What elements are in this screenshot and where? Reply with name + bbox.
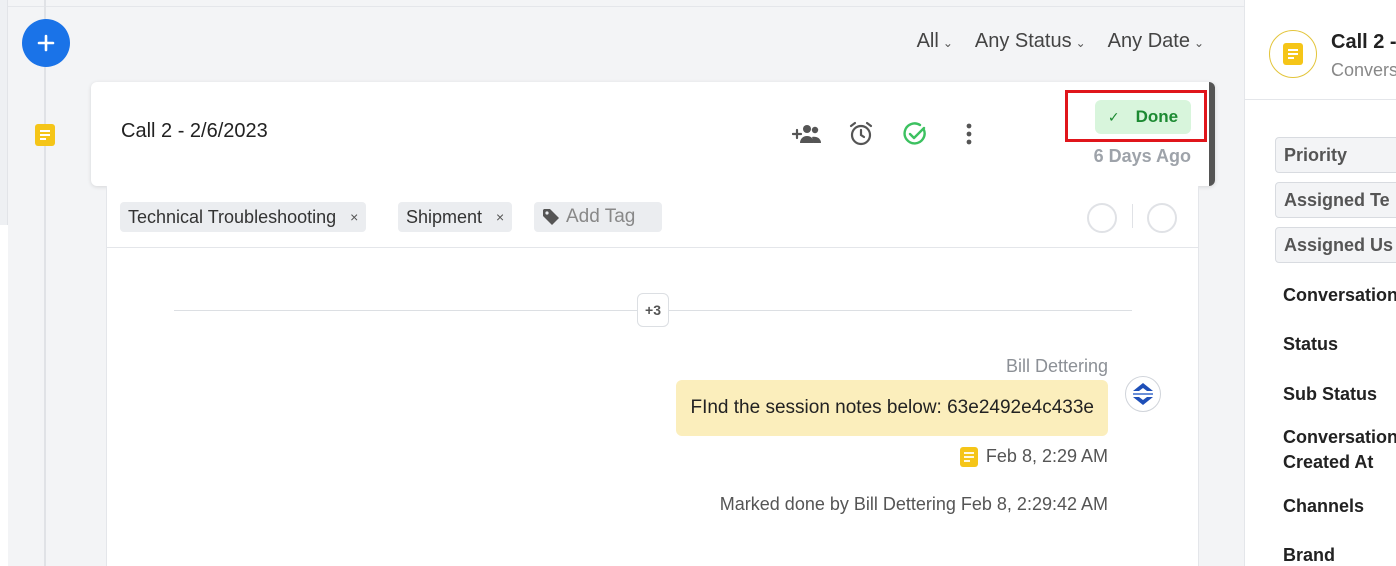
status-badge-label: Done (1135, 107, 1179, 126)
plus-icon (37, 34, 55, 52)
field-label-status: Status (1283, 334, 1339, 354)
add-tag-input[interactable]: Add Tag (534, 202, 662, 232)
card-actions (791, 120, 985, 148)
filter-type-label: All (916, 30, 939, 52)
message-time-text: Feb 8, 2:29 AM (985, 446, 1108, 466)
add-tag-placeholder: Add Tag (566, 206, 636, 227)
brand-logo-icon (1133, 383, 1153, 405)
message-timestamp: Feb 8, 2:29 AM (959, 446, 1108, 467)
filter-bar: All ⌄ Any Status ⌄ Any Date ⌄ (917, 30, 1204, 53)
chevron-down-icon: ⌄ (942, 35, 953, 50)
filter-status-label: Any Status (974, 30, 1072, 52)
status-badge[interactable]: ✓ Done (1095, 100, 1191, 134)
mark-done-button[interactable] (899, 120, 931, 148)
timeline-line (44, 0, 46, 566)
filter-status-dropdown[interactable]: Any Status ⌄ (975, 30, 1086, 53)
add-users-icon (792, 125, 821, 143)
details-title: Call 2 - (1331, 31, 1396, 53)
tag-chip: Shipment × (398, 202, 513, 232)
filter-date-label: Any Date (1107, 30, 1190, 52)
tag-label: Shipment (406, 206, 483, 227)
tag-icon (543, 209, 559, 225)
card-age: 6 Days Ago (1093, 146, 1191, 166)
field-label-brand: Brand (1283, 545, 1336, 565)
details-header: Call 2 - Convers (1245, 0, 1396, 100)
field-label-sub-status: Sub Status (1283, 384, 1378, 404)
app-root: All ⌄ Any Status ⌄ Any Date ⌄ Call 2 - 2… (0, 0, 1396, 566)
note-marker-icon (34, 124, 56, 146)
show-more-button[interactable]: +3 (637, 293, 669, 327)
conversation-panel: Technical Troubleshooting × Shipment × A… (106, 186, 1199, 566)
avatar (1125, 376, 1161, 412)
alarm-clock-icon (849, 121, 873, 146)
field-label-channels: Channels (1283, 496, 1365, 516)
message-sender: Bill Dettering (1005, 356, 1108, 376)
tags-row: Technical Troubleshooting × Shipment × A… (107, 186, 1198, 248)
chevron-down-icon: ⌄ (1075, 35, 1086, 50)
message-bubble: FInd the session notes below: 63e2492e4c… (676, 380, 1108, 436)
assign-users-button[interactable] (791, 120, 823, 148)
scrollbar[interactable] (1209, 82, 1215, 186)
toggle-circle-button[interactable] (1087, 203, 1117, 233)
field-label-conversation: Conversation (1283, 285, 1396, 305)
details-panel: Call 2 - Convers Priority Assigned Te As… (1244, 0, 1396, 566)
tag-chip: Technical Troubleshooting × (120, 202, 367, 232)
filter-type-dropdown[interactable]: All ⌄ (917, 30, 953, 53)
message-text: FInd the session notes below: 63e2492e4c… (690, 397, 1094, 418)
vertical-dots-icon (966, 123, 972, 145)
more-options-button[interactable] (953, 120, 985, 148)
left-rail (0, 0, 8, 225)
note-icon (1269, 30, 1317, 78)
card-title: Call 2 - 2/6/2023 (121, 120, 268, 142)
field-label-created-at: Conversation Created At (1283, 427, 1396, 472)
tag-label: Technical Troubleshooting (128, 206, 337, 227)
remove-tag-icon[interactable]: × (496, 209, 504, 225)
chevron-down-icon: ⌄ (1193, 35, 1204, 50)
snooze-button[interactable] (845, 120, 877, 148)
remove-tag-icon[interactable]: × (350, 209, 358, 225)
top-border (8, 6, 1244, 7)
priority-button[interactable]: Priority (1275, 137, 1396, 173)
check-icon: ✓ (1107, 108, 1120, 125)
activity-event: Marked done by Bill Dettering Feb 8, 2:2… (719, 494, 1108, 514)
assigned-team-button[interactable]: Assigned Te (1275, 182, 1396, 218)
note-icon (959, 446, 978, 467)
check-circle-icon (903, 122, 926, 145)
assigned-user-button[interactable]: Assigned Us (1275, 227, 1396, 263)
add-button[interactable] (22, 19, 70, 67)
filter-date-dropdown[interactable]: Any Date ⌄ (1108, 30, 1204, 53)
details-subtitle: Convers (1331, 60, 1396, 80)
conversation-card[interactable]: Call 2 - 2/6/2023 ✓ Done 6 Days Ago (91, 82, 1215, 186)
divider (1132, 204, 1133, 228)
toggle-circle-button[interactable] (1147, 203, 1177, 233)
